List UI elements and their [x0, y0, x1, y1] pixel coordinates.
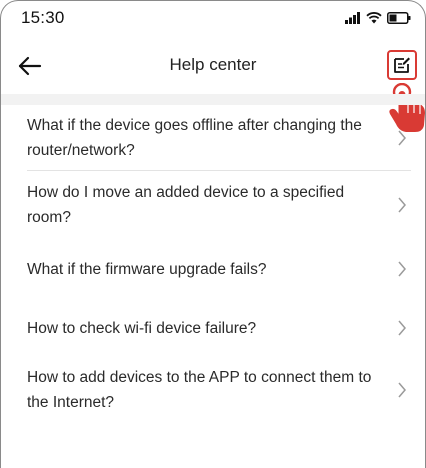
- page-title: Help center: [169, 55, 257, 74]
- faq-question: How do I move an added device to a speci…: [27, 184, 345, 226]
- chevron-right-icon: [398, 130, 406, 146]
- wifi-icon: [366, 12, 382, 24]
- faq-item[interactable]: How to add devices to the APP to connect…: [1, 357, 425, 423]
- faq-question: What if the firmware upgrade fails?: [27, 260, 267, 278]
- status-bar: 15:30: [21, 7, 411, 29]
- feedback-edit-icon: [394, 57, 410, 73]
- faq-question: How to add devices to the APP to connect…: [27, 369, 372, 411]
- status-icons: [345, 12, 411, 24]
- chevron-right-icon: [398, 320, 406, 336]
- battery-icon: [387, 12, 411, 24]
- faq-question: How to check wi-fi device failure?: [27, 319, 257, 337]
- chevron-right-icon: [398, 197, 406, 213]
- signal-icon: [345, 12, 360, 24]
- status-time: 15:30: [21, 8, 65, 27]
- feedback-button[interactable]: [387, 50, 417, 80]
- faq-list: What if the device goes offline after ch…: [1, 105, 425, 423]
- faq-item[interactable]: How to check wi-fi device failure?: [1, 299, 425, 357]
- header-separator-band: [1, 94, 425, 105]
- faq-item[interactable]: What if the firmware upgrade fails?: [1, 239, 425, 299]
- nav-bar: Help center: [1, 47, 425, 91]
- chevron-right-icon: [398, 382, 406, 398]
- faq-question: What if the device goes offline after ch…: [27, 117, 362, 159]
- chevron-right-icon: [398, 261, 406, 277]
- faq-item[interactable]: How do I move an added device to a speci…: [1, 171, 425, 239]
- faq-item[interactable]: What if the device goes offline after ch…: [1, 105, 425, 171]
- phone-screen: 15:30 Help center What if the device goe…: [0, 0, 426, 468]
